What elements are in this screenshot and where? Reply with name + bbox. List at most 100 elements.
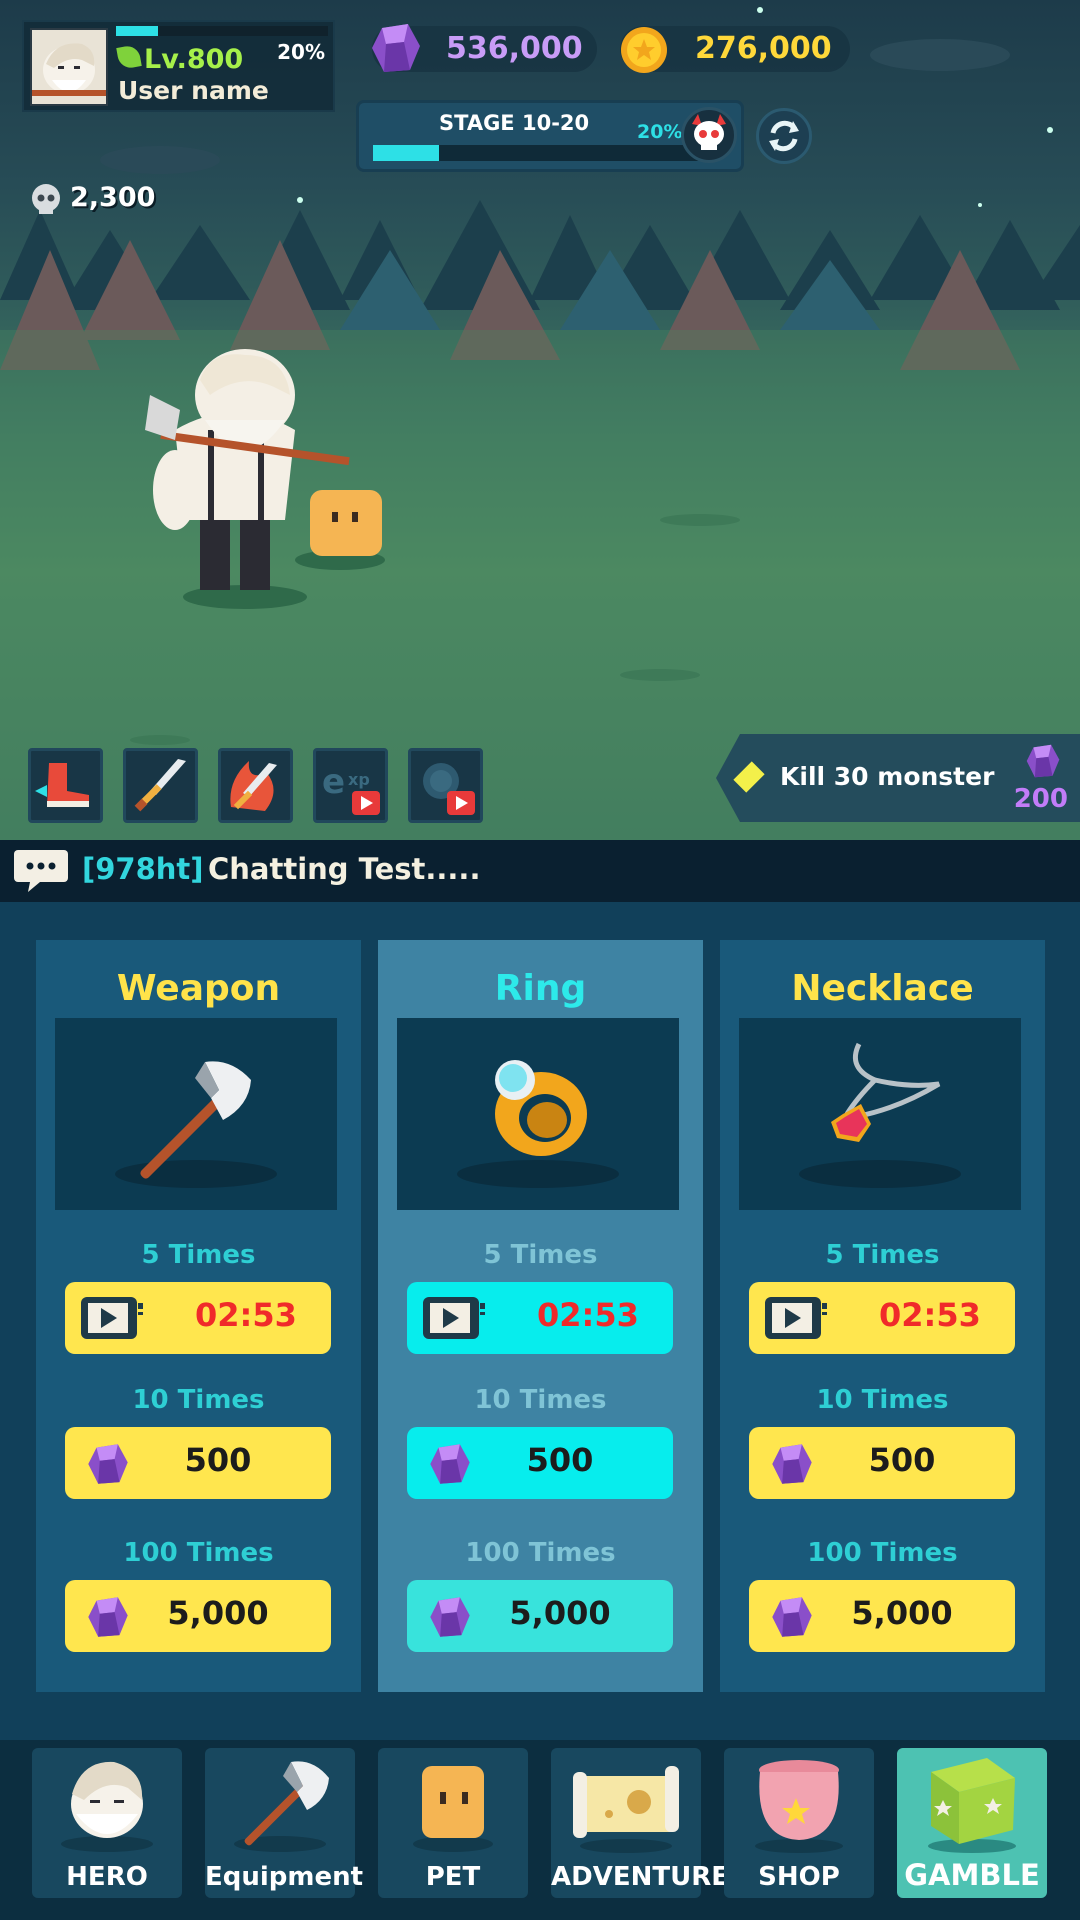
ring-icon [495,1060,587,1156]
card-title: Weapon [116,968,281,1009]
chat-bar[interactable]: [978ht] Chatting Test..... [0,840,1080,902]
stage-progress-fill [373,145,439,161]
stage-progress-bar [373,145,703,161]
video-ad-icon [81,1297,143,1339]
nav-label: HERO [66,1862,148,1892]
cooldown-timer: 02:53 [195,1296,297,1334]
skill-slot-sword[interactable] [123,748,198,823]
cooldown-timer: 02:53 [879,1296,981,1334]
axe-icon [234,1761,329,1852]
refresh-icon [769,120,799,152]
gamble-card-necklace[interactable]: Necklace 5 Times 02:53 10 Times 500 100 … [720,940,1045,1692]
gem-amount: 536,000 [446,31,583,66]
nav-adventure[interactable]: ADVENTURE [551,1748,729,1898]
hero-exp-fill [116,26,159,36]
nav-label: Equipment [205,1862,364,1892]
video-ad-icon [423,1297,485,1339]
card-image [55,1018,337,1210]
skill-slot-fire-sword[interactable] [218,748,293,823]
card-title: Necklace [791,968,974,1009]
nav-hero[interactable]: HERO [32,1748,182,1898]
dice-icon [928,1758,1016,1853]
gem-currency[interactable]: 536,000 [372,24,597,72]
fire-sword-icon [230,761,277,811]
chat-username: [978ht] [82,852,204,886]
refresh-button[interactable] [756,108,812,164]
battle-scene: Lv.800 20% User name 536,000 276,000 STA… [0,0,1080,840]
bottom-nav: HERO Equipment PET ADVENTURE SHOP GAMBLE [0,1740,1080,1920]
card-image [739,1018,1021,1210]
gamble-100-cost: 5,000 [167,1594,269,1632]
hero-exp-bar [116,26,328,36]
gamble-10-cost: 500 [526,1441,594,1479]
gold-currency[interactable]: 276,000 [620,26,850,73]
sword-icon [134,759,186,812]
leaf-icon [116,44,142,70]
gem-icon [1026,744,1060,778]
nav-label: SHOP [758,1862,840,1892]
skill-slot-exp-boost[interactable]: e xp [313,748,388,823]
gamble-100-cost: 5,000 [509,1594,611,1632]
gamble-10-cost: 500 [184,1441,252,1479]
gamble-10-button[interactable]: 500 [749,1427,1015,1499]
map-icon [573,1766,679,1853]
quest-reward: 200 [1013,784,1068,814]
kill-count: 2,300 [70,182,156,213]
pet-icon [413,1766,493,1852]
row1-label: 5 Times [141,1240,256,1270]
video-ad-icon [765,1297,827,1339]
nav-label: GAMBLE [904,1858,1040,1892]
hero-face-icon [61,1761,153,1852]
row2-label: 10 Times [816,1385,949,1415]
skill-slot-boot[interactable] [28,748,103,823]
watch-ad-button[interactable]: 02:53 [749,1282,1015,1354]
row3-label: 100 Times [123,1538,274,1568]
hero-username: User name [118,76,269,105]
row2-label: 10 Times [474,1385,607,1415]
svg-text:e: e [322,762,345,802]
hero-portrait-icon [32,43,106,96]
cooldown-timer: 02:53 [537,1296,639,1334]
gamble-panel: Weapon 5 Times 02:53 10 Times 500 100 Ti… [0,902,1080,1740]
exp-boost-icon: e xp [322,762,380,815]
card-title: Ring [494,968,587,1009]
row3-label: 100 Times [465,1538,616,1568]
skill-slot-gold-boost[interactable] [408,748,483,823]
gamble-10-button[interactable]: 500 [407,1427,673,1499]
gamble-100-button[interactable]: 5,000 [65,1580,331,1652]
row2-label: 10 Times [132,1385,265,1415]
gamble-100-button[interactable]: 5,000 [407,1580,673,1652]
nav-pet[interactable]: PET [378,1748,528,1898]
stage-label: STAGE 10-20 [439,111,590,135]
hero-level: Lv.800 [144,44,244,75]
gold-amount: 276,000 [695,31,832,66]
gamble-10-cost: 500 [868,1441,936,1479]
nav-label: PET [425,1862,481,1892]
gamble-10-button[interactable]: 500 [65,1427,331,1499]
hero-avatar [30,28,108,106]
nav-gamble[interactable]: GAMBLE [897,1748,1047,1898]
chat-bubble-icon [14,850,68,892]
gamble-card-ring[interactable]: Ring 5 Times 02:53 10 Times 500 100 Time… [378,940,703,1692]
gamble-100-button[interactable]: 5,000 [749,1580,1015,1652]
quest-banner[interactable]: Kill 30 monster 200 [716,734,1080,822]
row1-label: 5 Times [483,1240,598,1270]
svg-text:xp: xp [348,770,370,789]
quest-marker-icon [733,761,765,793]
stage-progress-panel: STAGE 10-20 20% [356,100,744,172]
card-image [397,1018,679,1210]
watch-ad-button[interactable]: 02:53 [407,1282,673,1354]
gamble-100-cost: 5,000 [851,1594,953,1632]
hero-status-panel[interactable]: Lv.800 20% User name [22,20,335,112]
nav-equipment[interactable]: Equipment [205,1748,364,1898]
stage-percent: 20% [637,121,683,143]
skull-icon [32,184,60,214]
gamble-card-weapon[interactable]: Weapon 5 Times 02:53 10 Times 500 100 Ti… [36,940,361,1692]
gem-icon [372,24,420,72]
axe-icon [140,1061,251,1179]
necklace-icon [831,1042,941,1142]
nav-shop[interactable]: SHOP [724,1748,874,1898]
boss-skull-icon[interactable] [681,107,737,163]
gold-coin-icon [621,27,667,73]
watch-ad-button[interactable]: 02:53 [65,1282,331,1354]
